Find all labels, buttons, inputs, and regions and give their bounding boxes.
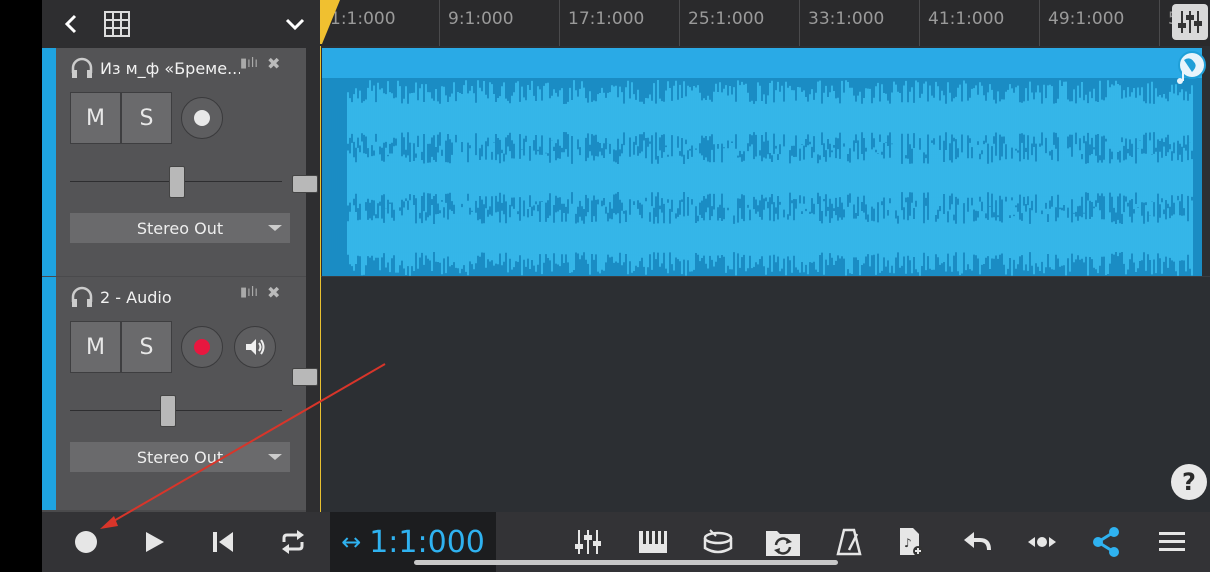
track-separator: [320, 276, 1210, 277]
ruler-tick: 49:1:000: [1039, 0, 1124, 46]
record-icon: [194, 339, 210, 355]
undo-button[interactable]: [960, 512, 994, 572]
loop-button[interactable]: [276, 512, 310, 572]
add-file-icon: ♪: [900, 528, 923, 556]
track-name[interactable]: Из м_ф «Бреме...: [100, 59, 240, 78]
record-icon: [75, 531, 97, 553]
clip-header: [322, 48, 1202, 78]
chevron-down-icon: [285, 18, 305, 31]
mute-button[interactable]: M: [70, 321, 121, 373]
mute-button[interactable]: M: [70, 92, 121, 144]
loop-icon: [282, 530, 304, 554]
waveform-icon[interactable]: ▮ılı: [240, 285, 258, 300]
track-resize-handle[interactable]: [292, 368, 318, 386]
mixer-icon: [575, 530, 601, 554]
record-arm-button[interactable]: [181, 326, 223, 368]
speaker-icon: [246, 339, 265, 355]
solo-button[interactable]: S: [121, 92, 172, 144]
record-arm-button[interactable]: [181, 97, 223, 139]
output-select[interactable]: Stereo Out: [70, 442, 290, 472]
dropdown-arrow-icon: [268, 454, 282, 460]
close-icon[interactable]: ✖: [267, 283, 280, 302]
ruler-tick: 9:1:000: [439, 0, 514, 46]
output-label: Stereo Out: [136, 218, 224, 238]
track-color-strip: [42, 48, 56, 276]
close-icon[interactable]: ✖: [267, 54, 280, 73]
record-icon: [194, 110, 210, 126]
track-divider: [306, 48, 320, 512]
ruler-tick: 41:1:000: [919, 0, 1004, 46]
share-button[interactable]: [1088, 512, 1124, 572]
metronome-icon: [836, 528, 862, 556]
ruler-tick: 25:1:000: [679, 0, 764, 46]
top-toolbar: [42, 0, 320, 48]
play-button[interactable]: [140, 512, 170, 572]
playhead-marker[interactable]: [320, 0, 340, 44]
audio-clip[interactable]: [322, 48, 1202, 276]
mixer-sliders-icon: [1178, 11, 1202, 33]
headphones-icon[interactable]: [70, 286, 94, 308]
solo-button[interactable]: S: [121, 321, 172, 373]
add-file-button[interactable]: ♪: [896, 512, 926, 572]
monitor-button[interactable]: [234, 326, 276, 368]
move-button[interactable]: [1026, 512, 1058, 572]
help-button[interactable]: ?: [1171, 464, 1207, 500]
waveform: [322, 78, 1202, 276]
playhead-line: [320, 46, 321, 512]
metronome-button[interactable]: [834, 512, 864, 572]
mute-solo-group: M S: [70, 321, 172, 373]
record-button[interactable]: [70, 512, 102, 572]
track-2[interactable]: 2 - Audio ▮ılı ✖ M S Stereo Out: [42, 277, 306, 510]
collapse-button[interactable]: [280, 0, 310, 48]
drum-icon: [703, 529, 733, 554]
timeline-ruler[interactable]: 1:1:000 9:1:000 17:1:000 25:1:000 33:1:0…: [320, 0, 1210, 46]
dropdown-arrow-icon: [268, 225, 282, 231]
ruler-tick: 33:1:000: [799, 0, 884, 46]
grid-icon: [104, 11, 130, 37]
track-resize-handle[interactable]: [292, 175, 318, 193]
mute-solo-group: M S: [70, 92, 172, 144]
menu-button[interactable]: [1156, 512, 1188, 572]
play-icon: [146, 532, 164, 552]
svg-text:♪: ♪: [904, 536, 912, 550]
piano-icon: [639, 531, 667, 553]
globe-music-icon: [1177, 51, 1206, 84]
waveform-path: [347, 80, 1193, 276]
volume-slider-knob[interactable]: [169, 166, 185, 198]
waveform-icon[interactable]: ▮ılı: [240, 56, 258, 71]
track-color-strip: [42, 277, 56, 510]
home-indicator: [414, 560, 838, 565]
volume-slider-knob[interactable]: [160, 395, 176, 427]
rewind-button[interactable]: [208, 512, 238, 572]
output-label: Stereo Out: [136, 447, 224, 467]
back-button[interactable]: [56, 0, 86, 48]
grid-button[interactable]: [102, 0, 132, 48]
screen-edge: [0, 0, 42, 572]
menu-icon: [1159, 532, 1185, 551]
volume-slider-track: [70, 410, 282, 411]
sync-folder-icon: [766, 531, 800, 556]
track-1[interactable]: Из м_ф «Бреме... ▮ılı ✖ M S Stereo Out: [42, 48, 306, 276]
chevron-left-icon: [64, 14, 77, 34]
loop-library-button[interactable]: [1172, 48, 1210, 88]
output-select[interactable]: Stereo Out: [70, 213, 290, 243]
mixer-button[interactable]: [1172, 4, 1208, 40]
time-mode-icon: ↔: [341, 528, 362, 556]
share-icon: [1093, 527, 1119, 557]
track-name[interactable]: 2 - Audio: [100, 288, 240, 307]
time-value: 1:1:000: [369, 524, 485, 560]
ruler-tick: 17:1:000: [559, 0, 644, 46]
move-icon: [1028, 537, 1056, 547]
headphones-icon[interactable]: [70, 57, 94, 79]
skip-start-icon: [213, 532, 233, 552]
undo-icon: [964, 532, 991, 551]
